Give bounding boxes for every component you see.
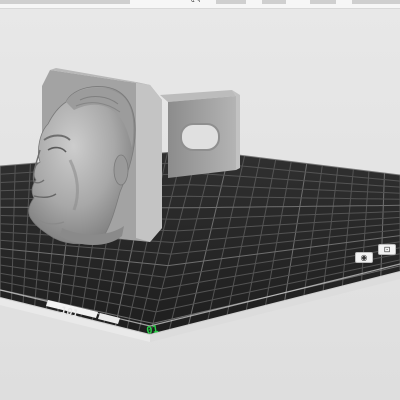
mount-plate-side bbox=[136, 82, 162, 242]
view-icon: ◉ bbox=[360, 253, 368, 262]
scene-canvas[interactable]: 101 01 bbox=[0, 0, 400, 400]
settings-icon: ⊡ bbox=[383, 245, 391, 254]
3d-viewport[interactable]: ৫ব 101 01 ◉ ⊡ bbox=[0, 0, 400, 400]
mount-slot bbox=[180, 123, 220, 151]
head-ear bbox=[113, 154, 129, 186]
plate-corner-label: 01 bbox=[146, 324, 160, 337]
settings-button[interactable]: ⊡ bbox=[378, 244, 396, 255]
view-button[interactable]: ◉ bbox=[355, 252, 373, 263]
